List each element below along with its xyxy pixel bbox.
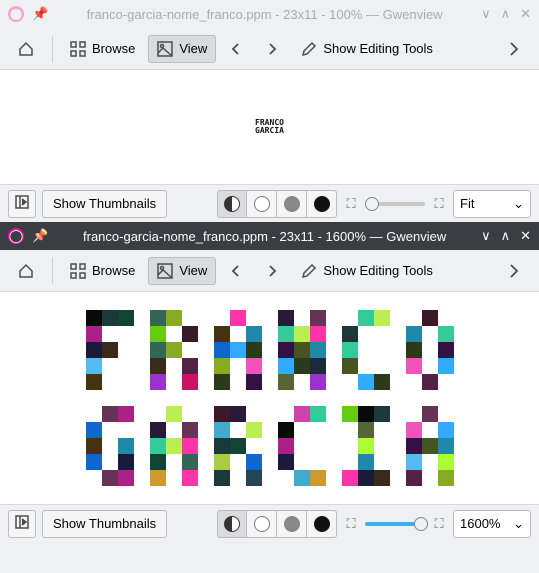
pencil-icon [301,263,317,279]
titlebar: ◯ 📌 franco-garcia-nome_franco.ppm - 23x1… [0,222,539,250]
zoom-value: 1600% [460,516,500,531]
close-icon[interactable]: ✕ [520,228,531,244]
view-button[interactable]: View [148,257,216,285]
fit-width-icon[interactable]: ⛶ [343,516,359,532]
main-toolbar: Browse View Show Editing Tools [0,28,539,70]
chevron-left-icon [229,42,243,56]
browse-label: Browse [92,41,135,56]
view-label: View [179,41,207,56]
main-toolbar: Browse View Show Editing Tools [0,250,539,292]
image-canvas[interactable]: FRANCO GARCIA [0,70,539,184]
home-icon [17,40,35,58]
sidebar-icon [15,515,29,532]
view-button[interactable]: View [148,35,216,63]
next-button[interactable] [256,258,288,284]
thumbnails-label: Show Thumbnails [53,196,156,211]
bg-gray-button[interactable] [277,510,307,538]
bg-white-button[interactable] [247,510,277,538]
bg-auto-button[interactable] [217,190,247,218]
half-circle-icon [224,196,240,212]
pin-icon[interactable]: 📌 [32,6,48,22]
black-circle-icon [314,196,330,212]
chevron-right-icon [265,42,279,56]
window-title: franco-garcia-nome_franco.ppm - 23x11 - … [56,7,473,22]
editing-label: Show Editing Tools [323,263,433,278]
pencil-icon [301,41,317,57]
separator [52,36,53,62]
fit-width-icon[interactable]: ⛶ [343,196,359,212]
background-color-group [217,510,337,538]
gray-circle-icon [284,516,300,532]
maximize-icon[interactable]: ∧ [501,6,511,22]
editing-label: Show Editing Tools [323,41,433,56]
bg-white-button[interactable] [247,190,277,218]
zoom-slider[interactable] [365,202,425,206]
home-button[interactable] [8,34,44,64]
thumbnails-button[interactable]: Show Thumbnails [42,510,167,538]
bg-black-button[interactable] [307,510,337,538]
prev-button[interactable] [220,36,252,62]
minimize-icon[interactable]: ∨ [481,228,491,244]
grid-icon [70,263,86,279]
bg-auto-button[interactable] [217,510,247,538]
separator [52,258,53,284]
app-icon: ◯ [8,6,24,22]
fulscreen-icon[interactable]: ⛶ [431,196,447,212]
chevron-right-icon [265,264,279,278]
bg-black-button[interactable] [307,190,337,218]
browse-button[interactable]: Browse [61,257,144,285]
image-icon [157,41,173,57]
sidebar-icon [15,195,29,212]
chevron-down-icon: ⌄ [513,196,524,212]
grid-icon [70,41,86,57]
bg-gray-button[interactable] [277,190,307,218]
background-color-group [217,190,337,218]
titlebar: ◯ 📌 franco-garcia-nome_franco.ppm - 23x1… [0,0,539,28]
chevron-left-icon [229,264,243,278]
overflow-button[interactable] [497,257,531,285]
view-label: View [179,263,207,278]
pixel-art [86,310,454,486]
close-icon[interactable]: ✕ [520,6,531,22]
sidebar-toggle-button[interactable] [8,190,36,218]
thumbnails-button[interactable]: Show Thumbnails [42,190,167,218]
home-button[interactable] [8,256,44,286]
canvas-text: GARCIA [255,127,284,135]
minimize-icon[interactable]: ∨ [481,6,491,22]
browse-label: Browse [92,263,135,278]
fullscreen-icon[interactable]: ⛶ [431,516,447,532]
overflow-button[interactable] [497,35,531,63]
zoom-select[interactable]: 1600% ⌄ [453,510,531,538]
half-circle-icon [224,516,240,532]
app-icon: ◯ [8,228,24,244]
bottom-toolbar: Show Thumbnails ⛶ ⛶ 1600% ⌄ [0,504,539,542]
bottom-toolbar: Show Thumbnails ⛶ ⛶ Fit ⌄ [0,184,539,222]
chevron-right-large-icon [506,263,522,279]
zoom-value: Fit [460,196,474,211]
prev-button[interactable] [220,258,252,284]
window-title: franco-garcia-nome_franco.ppm - 23x11 - … [56,229,473,244]
gray-circle-icon [284,196,300,212]
thumbnails-label: Show Thumbnails [53,516,156,531]
image-canvas[interactable] [0,292,539,504]
editing-tools-button[interactable]: Show Editing Tools [292,35,442,63]
image-icon [157,263,173,279]
zoom-slider[interactable] [365,522,425,526]
chevron-right-large-icon [506,41,522,57]
maximize-icon[interactable]: ∧ [501,228,511,244]
chevron-down-icon: ⌄ [513,516,524,532]
white-circle-icon [254,196,270,212]
zoom-select[interactable]: Fit ⌄ [453,190,531,218]
white-circle-icon [254,516,270,532]
black-circle-icon [314,516,330,532]
next-button[interactable] [256,36,288,62]
pin-icon[interactable]: 📌 [32,228,48,244]
sidebar-toggle-button[interactable] [8,510,36,538]
home-icon [17,262,35,280]
editing-tools-button[interactable]: Show Editing Tools [292,257,442,285]
browse-button[interactable]: Browse [61,35,144,63]
